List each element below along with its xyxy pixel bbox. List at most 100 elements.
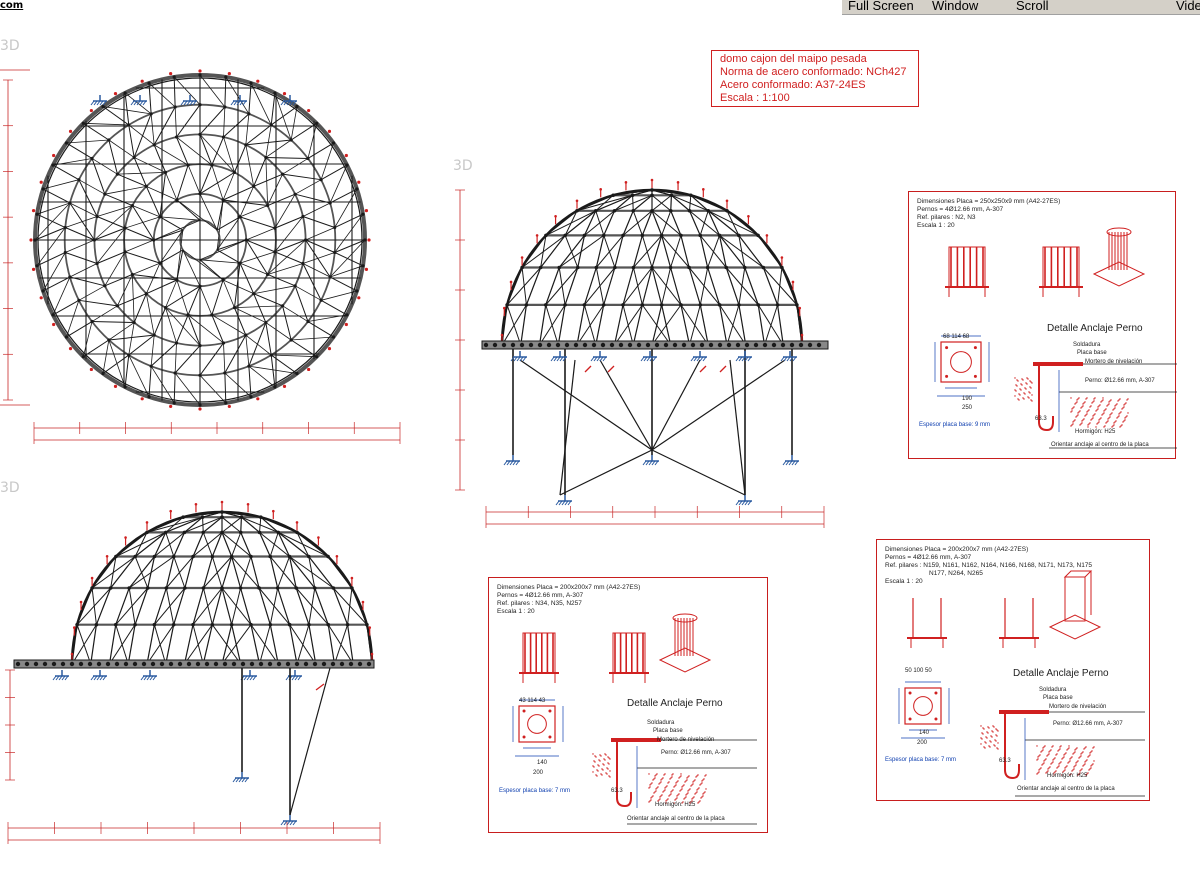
- concrete-dot: [1040, 751, 1042, 753]
- concrete-dot: [606, 773, 608, 775]
- menu-scroll[interactable]: Scroll: [1016, 0, 1049, 13]
- plan-node: [221, 198, 225, 202]
- load-arrow-head: [105, 554, 109, 558]
- label-mortar: Mortero de nivelación: [1085, 359, 1143, 365]
- concrete-dot: [699, 800, 701, 802]
- concrete-dot: [678, 793, 680, 795]
- concrete-dot: [1100, 417, 1102, 419]
- load-arrow-head: [765, 234, 769, 237]
- dome-strut: [173, 556, 186, 589]
- plan-strut: [211, 279, 224, 316]
- menu-window[interactable]: Window: [932, 0, 978, 13]
- side-base-node: [285, 661, 291, 667]
- plan-strut: [224, 77, 227, 108]
- concrete-dot: [1116, 403, 1118, 405]
- middle-brace: [651, 449, 746, 496]
- concrete-dot: [981, 738, 983, 740]
- concrete-dot: [986, 737, 988, 739]
- iso-plate: [1092, 261, 1146, 287]
- concrete-dot: [1072, 423, 1074, 425]
- side-brace: [289, 667, 331, 816]
- side-base-node: [204, 661, 210, 667]
- dome-strut: [295, 587, 329, 625]
- concrete-dot: [1020, 389, 1022, 391]
- load-arrow-head: [145, 521, 149, 524]
- plan-strut: [52, 164, 80, 181]
- concrete-dot: [1100, 401, 1102, 403]
- concrete-dot: [603, 758, 605, 760]
- plan-strut: [96, 216, 126, 229]
- concrete-dot: [664, 773, 666, 775]
- concrete-dot: [1068, 747, 1070, 749]
- plan-node: [264, 155, 268, 160]
- middle-dim-left: [455, 189, 465, 491]
- concrete-dot: [1055, 754, 1057, 756]
- concrete-dot: [694, 793, 696, 795]
- plan-load-marker: [29, 238, 33, 242]
- concrete-dot: [1117, 416, 1119, 418]
- plan-strut: [302, 252, 335, 264]
- concrete-dot: [595, 756, 597, 758]
- dome-strut: [545, 304, 559, 346]
- concrete-dot: [664, 787, 666, 789]
- plan-strut: [282, 173, 322, 181]
- concrete-dot: [1087, 424, 1089, 426]
- concrete-dot: [1036, 759, 1038, 761]
- dome-strut: [603, 267, 616, 306]
- plan-strut: [96, 205, 133, 217]
- concrete-dot: [695, 792, 697, 794]
- concrete-dot: [1120, 411, 1122, 413]
- concrete-dot: [1113, 424, 1115, 426]
- concrete-dot: [1062, 757, 1064, 759]
- concrete-dot: [995, 734, 997, 736]
- concrete-dot: [701, 782, 703, 784]
- concrete-dot: [1046, 755, 1048, 757]
- concrete-dot: [689, 788, 691, 790]
- concrete-dot: [1057, 766, 1059, 768]
- concrete-dot: [1058, 749, 1060, 751]
- concrete-dot: [1072, 407, 1074, 409]
- menu-video[interactable]: Vide: [1176, 0, 1200, 13]
- plan-node: [174, 135, 179, 139]
- concrete-dot: [1084, 415, 1086, 417]
- plan-load-marker: [169, 404, 173, 409]
- concrete-dot: [650, 783, 652, 785]
- concrete-dot: [1127, 398, 1129, 400]
- middle-base-node: [600, 342, 606, 348]
- concrete-dot: [1126, 399, 1128, 401]
- concrete-dot: [1030, 399, 1032, 401]
- concrete-dot: [598, 759, 600, 761]
- dome-strut: [521, 267, 527, 305]
- concrete-dot: [1048, 753, 1050, 755]
- concrete-dot: [1079, 410, 1081, 412]
- concrete-dot: [982, 727, 984, 729]
- concrete-dot: [1105, 422, 1107, 424]
- plan-strut: [271, 354, 317, 358]
- menu-full-screen[interactable]: Full Screen: [848, 0, 914, 13]
- concrete-dot: [1039, 754, 1041, 756]
- concrete-dot: [1026, 383, 1028, 385]
- plate-bolt: [934, 691, 938, 695]
- plan-strut: [223, 342, 226, 374]
- plan-node: [147, 81, 151, 85]
- concrete-dot: [596, 769, 598, 771]
- plan-strut: [91, 305, 118, 322]
- dome-strut: [115, 624, 129, 665]
- concrete-dot: [664, 789, 666, 791]
- load-arrow-head: [246, 503, 250, 506]
- side-base-node: [213, 661, 219, 667]
- plan-load-marker: [307, 367, 311, 372]
- side-base-node: [60, 661, 66, 667]
- middle-base-node: [654, 342, 660, 348]
- plan-node: [221, 135, 226, 139]
- concrete-dot: [1023, 398, 1025, 400]
- dome-strut: [239, 587, 252, 625]
- concrete-dot: [663, 790, 665, 792]
- concrete-dot: [1089, 768, 1091, 770]
- plan-strut: [150, 335, 155, 367]
- load-arrow-head: [361, 600, 365, 604]
- concrete-dot: [1118, 399, 1120, 401]
- concrete-dot: [1064, 753, 1066, 755]
- concrete-dot: [984, 741, 986, 743]
- concrete-dot: [1028, 391, 1030, 393]
